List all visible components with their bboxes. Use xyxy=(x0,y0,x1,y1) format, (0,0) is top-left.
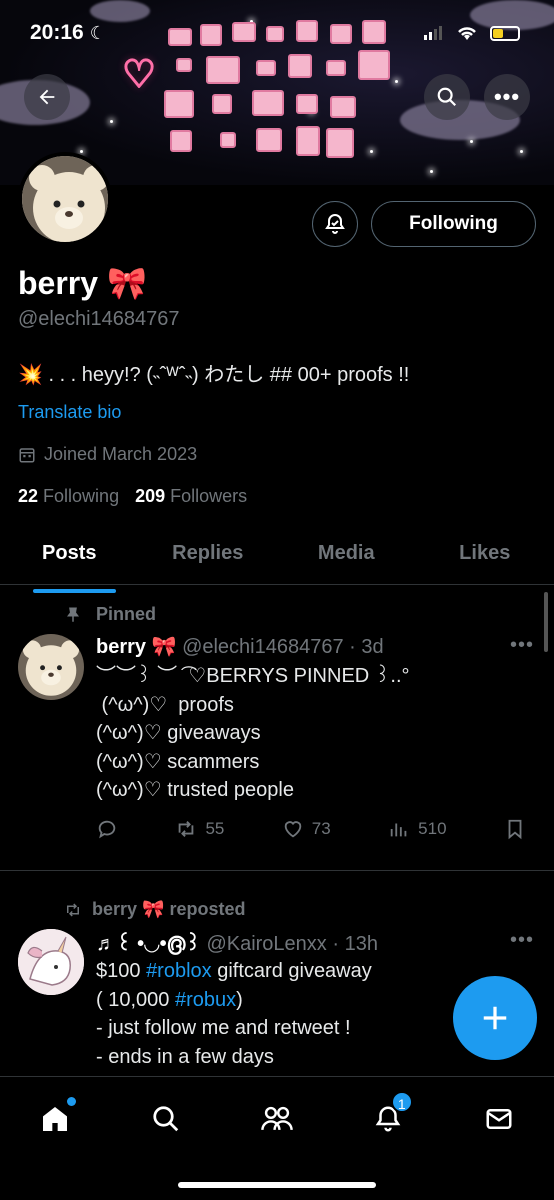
nav-home[interactable] xyxy=(30,1097,80,1139)
scrollbar[interactable] xyxy=(544,592,548,652)
repost-icon xyxy=(179,821,194,837)
search-button[interactable] xyxy=(424,74,470,120)
bell-plus-icon xyxy=(325,213,345,234)
status-bar: 20:16 ☾ xyxy=(0,0,554,66)
moon-icon: ☾ xyxy=(89,22,106,43)
post-more-button[interactable]: ••• xyxy=(510,634,534,657)
repost-button[interactable]: 55 xyxy=(175,818,224,840)
search-icon xyxy=(437,87,457,107)
battery-icon xyxy=(490,25,520,41)
reply-button[interactable] xyxy=(96,818,118,840)
hashtag-link[interactable]: #robux xyxy=(175,989,236,1011)
followers-count-link[interactable]: 209 Followers xyxy=(135,486,247,507)
unicorn-avatar-image xyxy=(18,929,84,995)
profile-avatar[interactable] xyxy=(18,152,112,246)
post-divider xyxy=(0,870,554,871)
bookmark-button[interactable] xyxy=(504,818,526,840)
profile-tabs: Posts Replies Media Likes xyxy=(0,530,554,593)
following-button[interactable]: Following xyxy=(371,201,536,247)
plus-icon xyxy=(483,1006,507,1030)
status-time: 20:16 ☾ xyxy=(30,21,106,44)
nav-search[interactable] xyxy=(141,1099,191,1139)
profile-bio: 💥 . . . heyy!? (˵ˆᵂˆ˵) わたし ## 00+ proofs… xyxy=(18,364,410,386)
pinned-label: Pinned xyxy=(64,604,156,625)
post-header: berry 🎀 @elechi14684767 · 3d xyxy=(96,634,384,659)
nav-notifications[interactable]: 1 xyxy=(363,1091,413,1139)
joined-date: Joined March 2023 xyxy=(18,444,197,465)
following-count-link[interactable]: 22 Following xyxy=(18,486,119,507)
post-text: ︶︶꒱ ︶ ͡ ♡BERRYS PINNED ꒱..° (^ω^)♡ proof… xyxy=(96,665,410,802)
hashtag-link[interactable]: #roblox xyxy=(146,960,212,982)
wifi-icon xyxy=(458,27,476,40)
reply-icon xyxy=(98,820,116,839)
heart-icon xyxy=(284,821,302,838)
home-icon xyxy=(43,1107,68,1131)
home-indicator xyxy=(178,1182,376,1188)
bookmark-icon xyxy=(508,819,522,840)
post-avatar[interactable] xyxy=(18,634,84,700)
tab-media[interactable]: Media xyxy=(277,530,416,584)
follow-counts: 22 Following 209 Followers xyxy=(18,486,247,507)
post-more-button[interactable]: ••• xyxy=(510,929,534,952)
post-author[interactable]: ♬꒰ •◡•൫꒱ xyxy=(96,933,201,955)
bottom-navigation: 1 xyxy=(0,1076,554,1200)
tab-posts[interactable]: Posts xyxy=(0,530,139,593)
bear-avatar-image xyxy=(18,634,84,700)
repost-label: berry 🎀 reposted xyxy=(64,899,245,920)
post-meta: @KairoLenxx · 13h xyxy=(206,933,378,955)
search-icon xyxy=(153,1106,179,1132)
more-options-button[interactable]: ••• xyxy=(484,74,530,120)
mail-icon xyxy=(486,1109,512,1129)
signal-icon xyxy=(424,26,442,40)
nav-messages[interactable] xyxy=(474,1099,524,1139)
views-chart-icon xyxy=(390,823,407,837)
tab-likes[interactable]: Likes xyxy=(416,530,554,584)
post-actions: 55 73 510 xyxy=(96,818,526,840)
calendar-icon xyxy=(19,447,35,462)
profile-handle: @elechi14684767 xyxy=(18,308,180,330)
views-button[interactable]: 510 xyxy=(388,818,447,840)
profile-name: berry 🎀 xyxy=(18,265,147,301)
post-author[interactable]: berry 🎀 xyxy=(96,636,177,658)
pin-icon xyxy=(67,607,79,622)
post-meta: @elechi14684767 · 3d xyxy=(182,636,384,658)
notifications-toggle-button[interactable] xyxy=(312,201,358,247)
ribbon-emoji: 🎀 xyxy=(106,265,147,301)
notifications-badge: 1 xyxy=(390,1091,413,1113)
bear-avatar-image xyxy=(22,156,108,242)
post-text: $100 #roblox giftcard giveaway( 10,000 #… xyxy=(96,960,372,1068)
communities-icon xyxy=(261,1106,293,1131)
post-avatar[interactable] xyxy=(18,929,84,995)
translate-bio-link[interactable]: Translate bio xyxy=(18,402,121,423)
tab-replies[interactable]: Replies xyxy=(139,530,278,584)
post-header: ♬꒰ •◡•൫꒱ @KairoLenxx · 13h xyxy=(96,929,378,956)
arrow-left-icon xyxy=(39,89,55,105)
repost-icon xyxy=(67,902,79,917)
more-icon: ••• xyxy=(493,84,521,109)
like-button[interactable]: 73 xyxy=(282,818,331,840)
back-button[interactable] xyxy=(24,74,70,120)
compose-button[interactable] xyxy=(453,976,537,1060)
home-unread-dot xyxy=(67,1097,77,1106)
nav-communities[interactable] xyxy=(252,1099,302,1139)
